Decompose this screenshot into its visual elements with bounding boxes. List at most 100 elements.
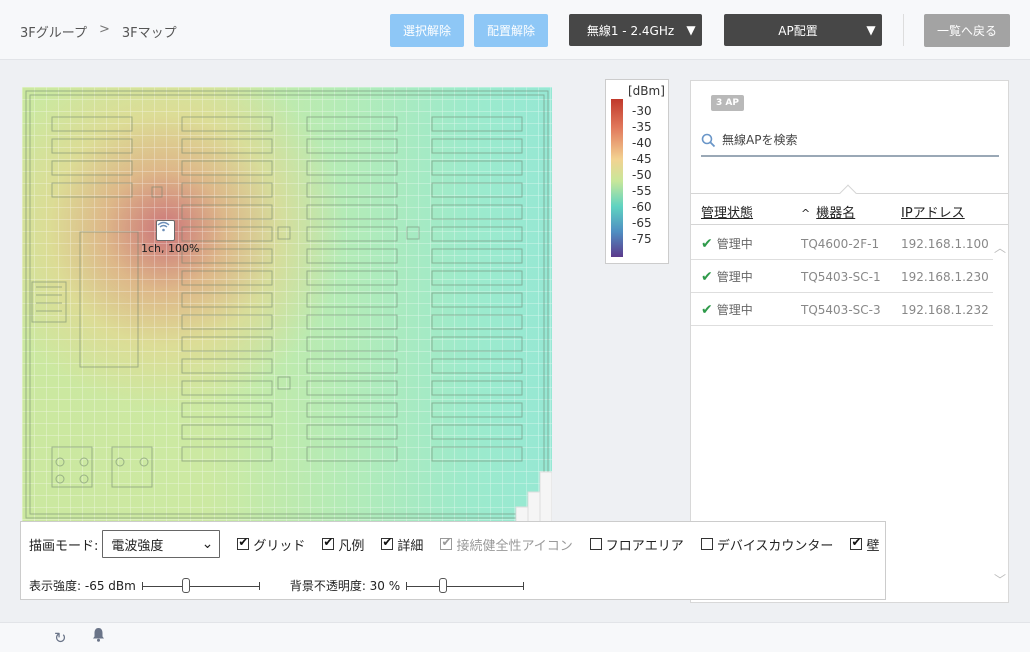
opacity-slider[interactable] — [406, 577, 525, 593]
ap-search — [701, 125, 999, 157]
clear-placement-button[interactable]: 配置解除 — [474, 14, 548, 47]
ap-table-body: ✔ 管理中 TQ4600-2F-1 192.168.1.100 ✔ 管理中 TQ54… — [691, 227, 993, 326]
legend-tick: -55 — [632, 184, 652, 198]
caret-down-icon: ▼ — [686, 23, 696, 37]
chevron-down-icon: ⌄ — [201, 536, 214, 552]
draw-mode-select[interactable]: 電波強度 ⌄ — [102, 530, 221, 558]
back-to-list-button[interactable]: 一覧へ戻る — [924, 14, 1010, 47]
device-counter-checkbox[interactable]: デバイスカウンター — [700, 535, 834, 554]
ap-count-badge: 3 AP — [711, 95, 744, 111]
opacity-label: 背景不透明度: 30 % — [289, 579, 401, 593]
legend-tick: -30 — [632, 104, 652, 118]
checkmark-icon: ✔ — [701, 301, 713, 318]
column-status[interactable]: 管理状態 — [701, 202, 753, 221]
column-name[interactable]: 機器名 — [801, 202, 855, 221]
row-ip: 192.168.1.230 — [901, 270, 989, 284]
grid-checkbox[interactable]: グリッド — [237, 535, 305, 554]
checkbox-box[interactable] — [381, 535, 394, 550]
legend-tick: -45 — [632, 152, 652, 166]
table-row[interactable]: ✔ 管理中 TQ5403-SC-3 192.168.1.232 — [691, 293, 993, 326]
checkmark-icon: ✔ — [701, 235, 713, 252]
slider-thumb[interactable] — [181, 577, 190, 593]
header-notch — [839, 184, 857, 202]
signal-legend: [dBm] -30 -35 -40 -45 -50 -55 -60 -65 -7… — [605, 79, 669, 264]
clear-selection-button[interactable]: 選択解除 — [390, 14, 464, 47]
refresh-icon[interactable]: ↻ — [54, 629, 67, 647]
breadcrumb-separator: > — [98, 22, 110, 37]
legend-tick: -35 — [632, 120, 652, 134]
legend-checkbox[interactable]: 凡例 — [322, 535, 364, 554]
draw-mode-value: 電波強度 — [111, 538, 164, 554]
row-ip: 192.168.1.232 — [901, 303, 989, 317]
ap-search-input[interactable] — [722, 133, 982, 147]
breadcrumb-group[interactable]: 3Fグループ — [20, 22, 87, 41]
checkbox-label: 凡例 — [338, 538, 365, 554]
strength-label: 表示強度: -65 dBm — [29, 579, 136, 593]
health-icon-checkbox: 接続健全性アイコン — [440, 535, 573, 554]
strength-slider[interactable] — [141, 577, 260, 593]
slider-thumb[interactable] — [439, 577, 448, 593]
bell-icon[interactable] — [92, 627, 105, 646]
column-ip[interactable]: IPアドレス — [901, 202, 965, 221]
checkbox-box[interactable] — [700, 538, 713, 550]
legend-tick: -75 — [632, 232, 652, 246]
access-point-label: 1ch, 100% — [141, 242, 200, 255]
legend-tick: -65 — [632, 216, 652, 230]
header: 3Fグループ > 3Fマップ 選択解除 配置解除 無線1 - 2.4GHz ▼ … — [0, 0, 1030, 60]
row-status-text: 管理中 — [716, 303, 753, 317]
row-ip: 192.168.1.100 — [901, 237, 989, 251]
checkmark-icon: ✔ — [701, 268, 713, 285]
row-status-text: 管理中 — [716, 237, 753, 251]
breadcrumb: 3Fグループ > 3Fマップ — [20, 22, 177, 41]
search-icon — [701, 133, 716, 147]
table-row[interactable]: ✔ 管理中 TQ5403-SC-1 192.168.1.230 — [691, 260, 993, 293]
legend-tick: -40 — [632, 136, 652, 150]
footer: ↻ — [0, 622, 1030, 652]
ap-table-header: 管理状態 機器名 IPアドレス — [691, 184, 1008, 225]
header-divider — [903, 14, 904, 46]
radio-band-value: 無線1 - 2.4GHz — [586, 23, 675, 38]
floor-area-checkbox[interactable]: フロアエリア — [589, 535, 684, 554]
wifi-icon — [157, 221, 170, 232]
checkbox-box[interactable] — [589, 538, 602, 550]
row-device-name: TQ5403-SC-1 — [801, 270, 881, 284]
checkbox-box[interactable] — [322, 535, 335, 550]
legend-ticks: -30 -35 -40 -45 -50 -55 -60 -65 -75 — [632, 103, 652, 247]
checkbox-box — [440, 535, 453, 550]
scroll-down-icon[interactable]: ﹀ — [994, 571, 1006, 588]
radio-band-dropdown[interactable]: 無線1 - 2.4GHz ▼ — [569, 14, 702, 46]
row-device-name: TQ5403-SC-3 — [801, 303, 881, 317]
detail-checkbox[interactable]: 詳細 — [381, 535, 423, 554]
toolbar-sliders-row: 表示強度: -65 dBm 背景不透明度: 30 % — [29, 577, 525, 594]
checkbox-label: フロアエリア — [605, 538, 684, 554]
toolbar-options-row: 描画モード: 電波強度 ⌄ グリッド 凡例 詳細 接続健全性アイコン フロアエリ… — [29, 530, 879, 558]
wall-checkbox[interactable]: 壁 — [850, 535, 879, 554]
legend-tick: -60 — [632, 200, 652, 214]
row-status: ✔ 管理中 — [701, 235, 753, 252]
checkbox-label: 壁 — [866, 538, 880, 554]
legend-color-bar — [611, 99, 623, 257]
mode-dropdown[interactable]: AP配置 ▼ — [724, 14, 882, 46]
map-options-toolbar: 描画モード: 電波強度 ⌄ グリッド 凡例 詳細 接続健全性アイコン フロアエリ… — [20, 521, 886, 600]
floor-plan-svg — [22, 87, 552, 522]
mode-value: AP配置 — [778, 23, 818, 38]
breadcrumb-map: 3Fマップ — [121, 26, 177, 41]
row-device-name: TQ4600-2F-1 — [801, 237, 880, 251]
checkbox-label: 詳細 — [397, 538, 424, 554]
checkbox-label: 接続健全性アイコン — [456, 538, 573, 554]
draw-mode-label: 描画モード: — [29, 538, 99, 554]
row-status: ✔ 管理中 — [701, 301, 753, 318]
row-status: ✔ 管理中 — [701, 268, 753, 285]
scroll-up-icon[interactable]: ︿ — [994, 239, 1006, 256]
caret-down-icon: ▼ — [866, 23, 876, 37]
table-row[interactable]: ✔ 管理中 TQ4600-2F-1 192.168.1.100 — [691, 227, 993, 260]
legend-tick: -50 — [632, 168, 652, 182]
floor-map-heatmap[interactable]: 1ch, 100% — [22, 87, 552, 522]
checkbox-label: デバイスカウンター — [716, 538, 834, 554]
legend-title: [dBm] — [628, 84, 665, 98]
access-point-marker[interactable] — [156, 220, 175, 241]
row-status-text: 管理中 — [716, 270, 753, 284]
checkbox-label: グリッド — [253, 538, 306, 554]
checkbox-box[interactable] — [237, 535, 250, 550]
checkbox-box[interactable] — [850, 535, 863, 550]
